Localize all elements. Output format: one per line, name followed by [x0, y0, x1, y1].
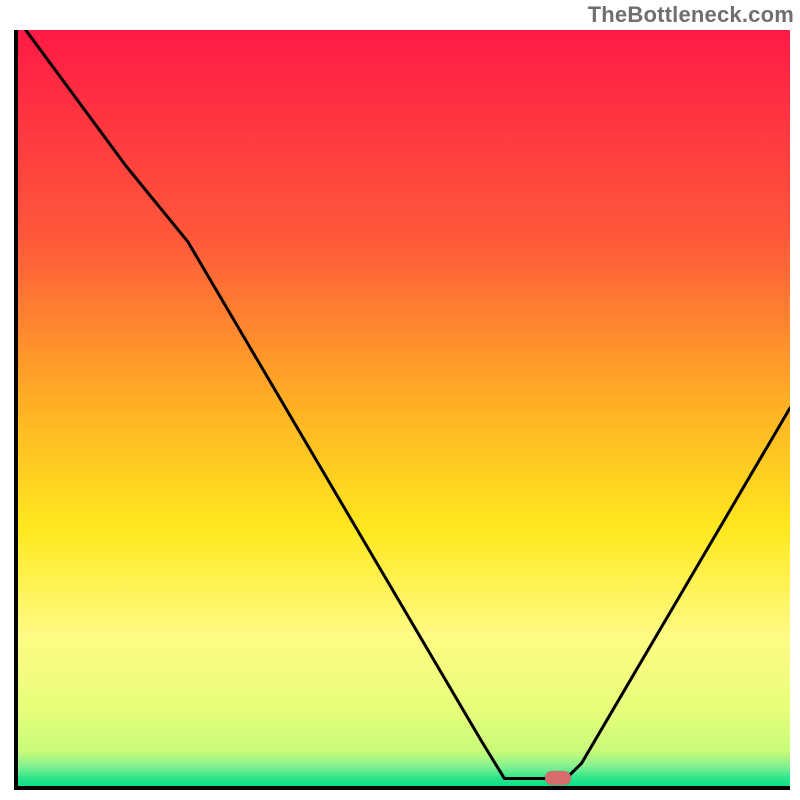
- gradient-background: [18, 30, 790, 786]
- bottleneck-chart: [14, 30, 790, 790]
- optimal-point-marker: [545, 771, 571, 785]
- watermark-text: TheBottleneck.com: [588, 2, 794, 28]
